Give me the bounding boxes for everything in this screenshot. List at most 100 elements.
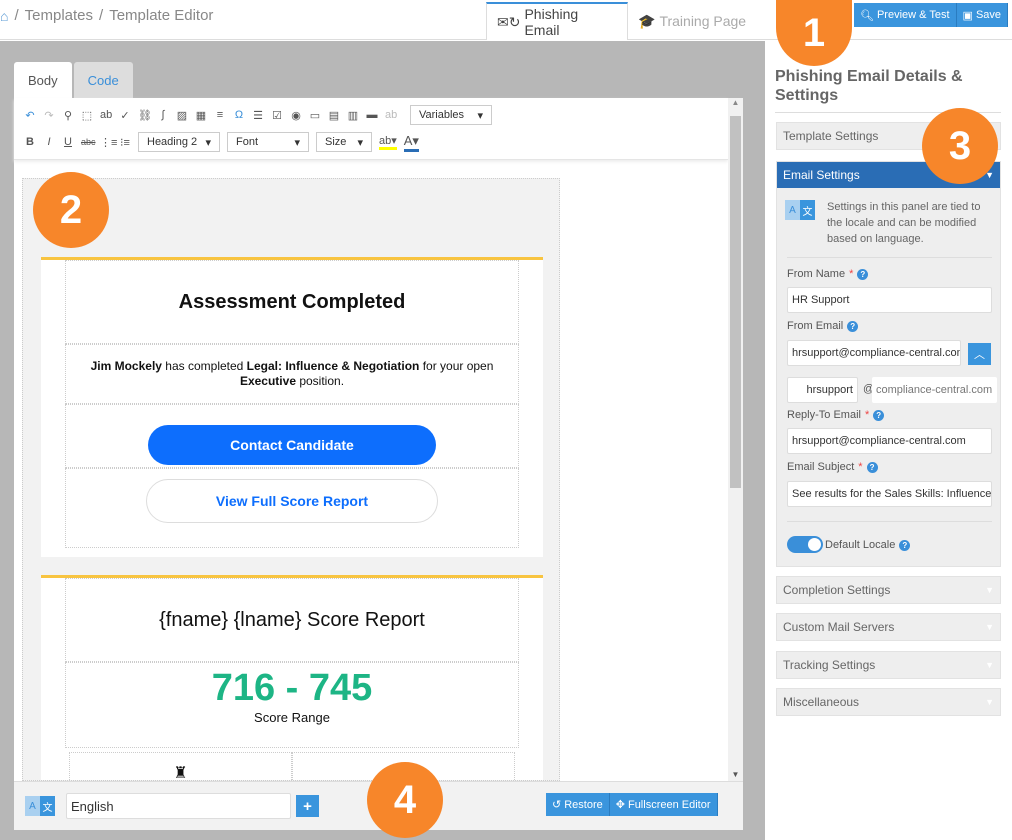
textarea-icon[interactable]: ▤	[328, 109, 340, 122]
home-icon[interactable]: ⌂	[0, 8, 8, 24]
font-dropdown[interactable]: Font ▾	[227, 132, 309, 152]
preview-test-button[interactable]: 🔍︎ Preview & Test	[854, 3, 957, 27]
from-name-input[interactable]: HR Support	[787, 287, 992, 313]
dropdown-label: Font	[236, 136, 259, 148]
variables-dropdown[interactable]: Variables ▾	[410, 105, 492, 125]
text: for your open	[419, 359, 494, 373]
help-icon[interactable]: ?	[857, 268, 869, 280]
find-icon[interactable]: ⚲	[62, 109, 74, 122]
reply-to-label: Reply-To Email	[787, 409, 861, 421]
default-locale-toggle[interactable]	[787, 536, 823, 553]
locale-icon: A文	[785, 200, 815, 220]
underline-icon[interactable]: U	[62, 136, 74, 148]
highlight-color-icon[interactable]: ab▾	[379, 134, 397, 150]
candidate-name: Jim Mockely	[90, 359, 162, 373]
text: position.	[296, 374, 345, 388]
caret-down-icon: ▼	[985, 622, 994, 632]
score-range: 716 - 745	[211, 667, 373, 709]
email-preview[interactable]: Assessment Completed Jim Mockely has com…	[22, 178, 560, 781]
section-label: Miscellaneous	[783, 695, 860, 709]
section-label: Template Settings	[783, 129, 879, 143]
email-user-input[interactable]: hrsupport	[787, 377, 858, 403]
tracking-settings-section[interactable]: Tracking Settings ▼	[776, 651, 1001, 679]
chevron-up-icon[interactable]: ︿	[968, 343, 991, 365]
view-report-button[interactable]: View Full Score Report	[146, 479, 438, 523]
section-label: Custom Mail Servers	[783, 620, 895, 634]
table-icon[interactable]: ▦	[195, 109, 207, 122]
add-locale-button[interactable]: +	[296, 795, 319, 817]
textfield-icon[interactable]: ▭	[309, 109, 321, 122]
graduation-cap-icon: 🎓	[638, 12, 656, 29]
completion-settings-section[interactable]: Completion Settings ▼	[776, 576, 1001, 604]
search-icon: 🔍︎	[860, 9, 874, 22]
image-icon[interactable]: ▨	[176, 109, 188, 122]
email-settings-panel: Email Settings ▼ A文 Settings in this pane…	[776, 161, 1001, 567]
email-domain-input[interactable]: compliance-central.com	[872, 377, 997, 403]
editor-scrollbar[interactable]: ▲ ▼	[728, 98, 743, 781]
radio-icon[interactable]: ◉	[290, 109, 302, 122]
replace-icon[interactable]: ab	[100, 109, 112, 121]
dropdown-label: Heading 2	[147, 136, 198, 148]
callout-3: 3	[922, 108, 998, 184]
link-icon[interactable]: ⛓	[138, 109, 152, 122]
breadcrumb-templates[interactable]: Templates	[25, 7, 93, 24]
from-email-input[interactable]: hrsupport@compliance-central.com	[787, 340, 961, 366]
tab-code[interactable]: Code	[73, 62, 133, 98]
numbered-list-icon[interactable]: ⋮≡	[100, 136, 117, 149]
spellcheck-icon[interactable]: ✓	[119, 109, 131, 122]
form-icon[interactable]: ☰	[252, 109, 264, 122]
hidden-field-icon[interactable]: ab	[385, 109, 397, 121]
contact-candidate-button[interactable]: Contact Candidate	[148, 425, 436, 465]
tab-label: Training Page	[659, 13, 747, 29]
locale-input[interactable]: English	[66, 793, 291, 819]
expand-icon: ✥	[615, 799, 625, 811]
undo-icon[interactable]: ↶	[24, 109, 36, 122]
section-label: Email Settings	[783, 168, 860, 182]
strikethrough-icon[interactable]: abc	[81, 137, 96, 147]
redo-icon[interactable]: ↷	[43, 109, 55, 122]
dropdown-label: Size	[325, 136, 347, 148]
report-title: {fname} {lname} Score Report	[65, 578, 519, 662]
bullet-list-icon[interactable]: ⁝≡	[119, 136, 131, 149]
locale-icon: A文	[25, 796, 55, 816]
restore-button[interactable]: ↺ Restore	[546, 793, 610, 816]
font-color-icon[interactable]: A▾	[403, 133, 419, 152]
badge-icon: ♜	[173, 765, 188, 781]
caret-down-icon: ▼	[985, 697, 994, 707]
button-field-icon[interactable]: ▬	[366, 109, 378, 121]
help-icon[interactable]: ?	[873, 409, 885, 421]
from-name-label: From Name	[787, 268, 846, 280]
horizontal-rule-icon[interactable]: ≡	[214, 109, 226, 121]
save-button[interactable]: ▣ Save	[956, 3, 1009, 27]
bold-icon[interactable]: B	[24, 136, 36, 148]
default-locale-label: Default Locale	[825, 539, 896, 551]
text: has completed	[161, 359, 247, 373]
size-dropdown[interactable]: Size ▾	[316, 132, 372, 152]
reply-to-input[interactable]: hrsupport@compliance-central.com	[787, 428, 992, 454]
tab-phishing-email[interactable]: ✉↻ Phishing Email	[486, 2, 628, 40]
select-all-icon[interactable]: ⬚	[81, 109, 93, 122]
email-title: Assessment Completed	[65, 260, 519, 344]
button-label: Save	[975, 9, 1002, 21]
tab-label: Phishing Email	[524, 6, 579, 38]
help-icon[interactable]: ?	[899, 539, 911, 551]
fullscreen-editor-button[interactable]: ✥ Fullscreen Editor	[609, 793, 718, 816]
tab-training-page[interactable]: 🎓 Training Page	[628, 2, 756, 40]
section-label: Completion Settings	[783, 583, 891, 597]
heading-dropdown[interactable]: Heading 2 ▾	[138, 132, 220, 152]
button-label: Preview & Test	[876, 9, 950, 21]
email-body-text: Jim Mockely has completed Legal: Influen…	[65, 344, 519, 404]
select-field-icon[interactable]: ▥	[347, 109, 359, 122]
help-icon[interactable]: ?	[847, 320, 859, 332]
help-icon[interactable]: ?	[866, 461, 878, 473]
caret-down-icon: ▼	[985, 660, 994, 670]
custom-mail-servers-section[interactable]: Custom Mail Servers ▼	[776, 613, 1001, 641]
tab-body[interactable]: Body	[14, 62, 72, 98]
special-char-icon[interactable]: Ω	[233, 109, 245, 121]
subject-input[interactable]: See results for the Sales Skills: Influe…	[787, 481, 992, 507]
breadcrumb-current: Template Editor	[109, 7, 214, 24]
miscellaneous-section[interactable]: Miscellaneous ▼	[776, 688, 1001, 716]
attach-icon[interactable]: ∫	[157, 109, 169, 121]
italic-icon[interactable]: I	[43, 136, 55, 148]
checkbox-icon[interactable]: ☑	[271, 109, 283, 122]
